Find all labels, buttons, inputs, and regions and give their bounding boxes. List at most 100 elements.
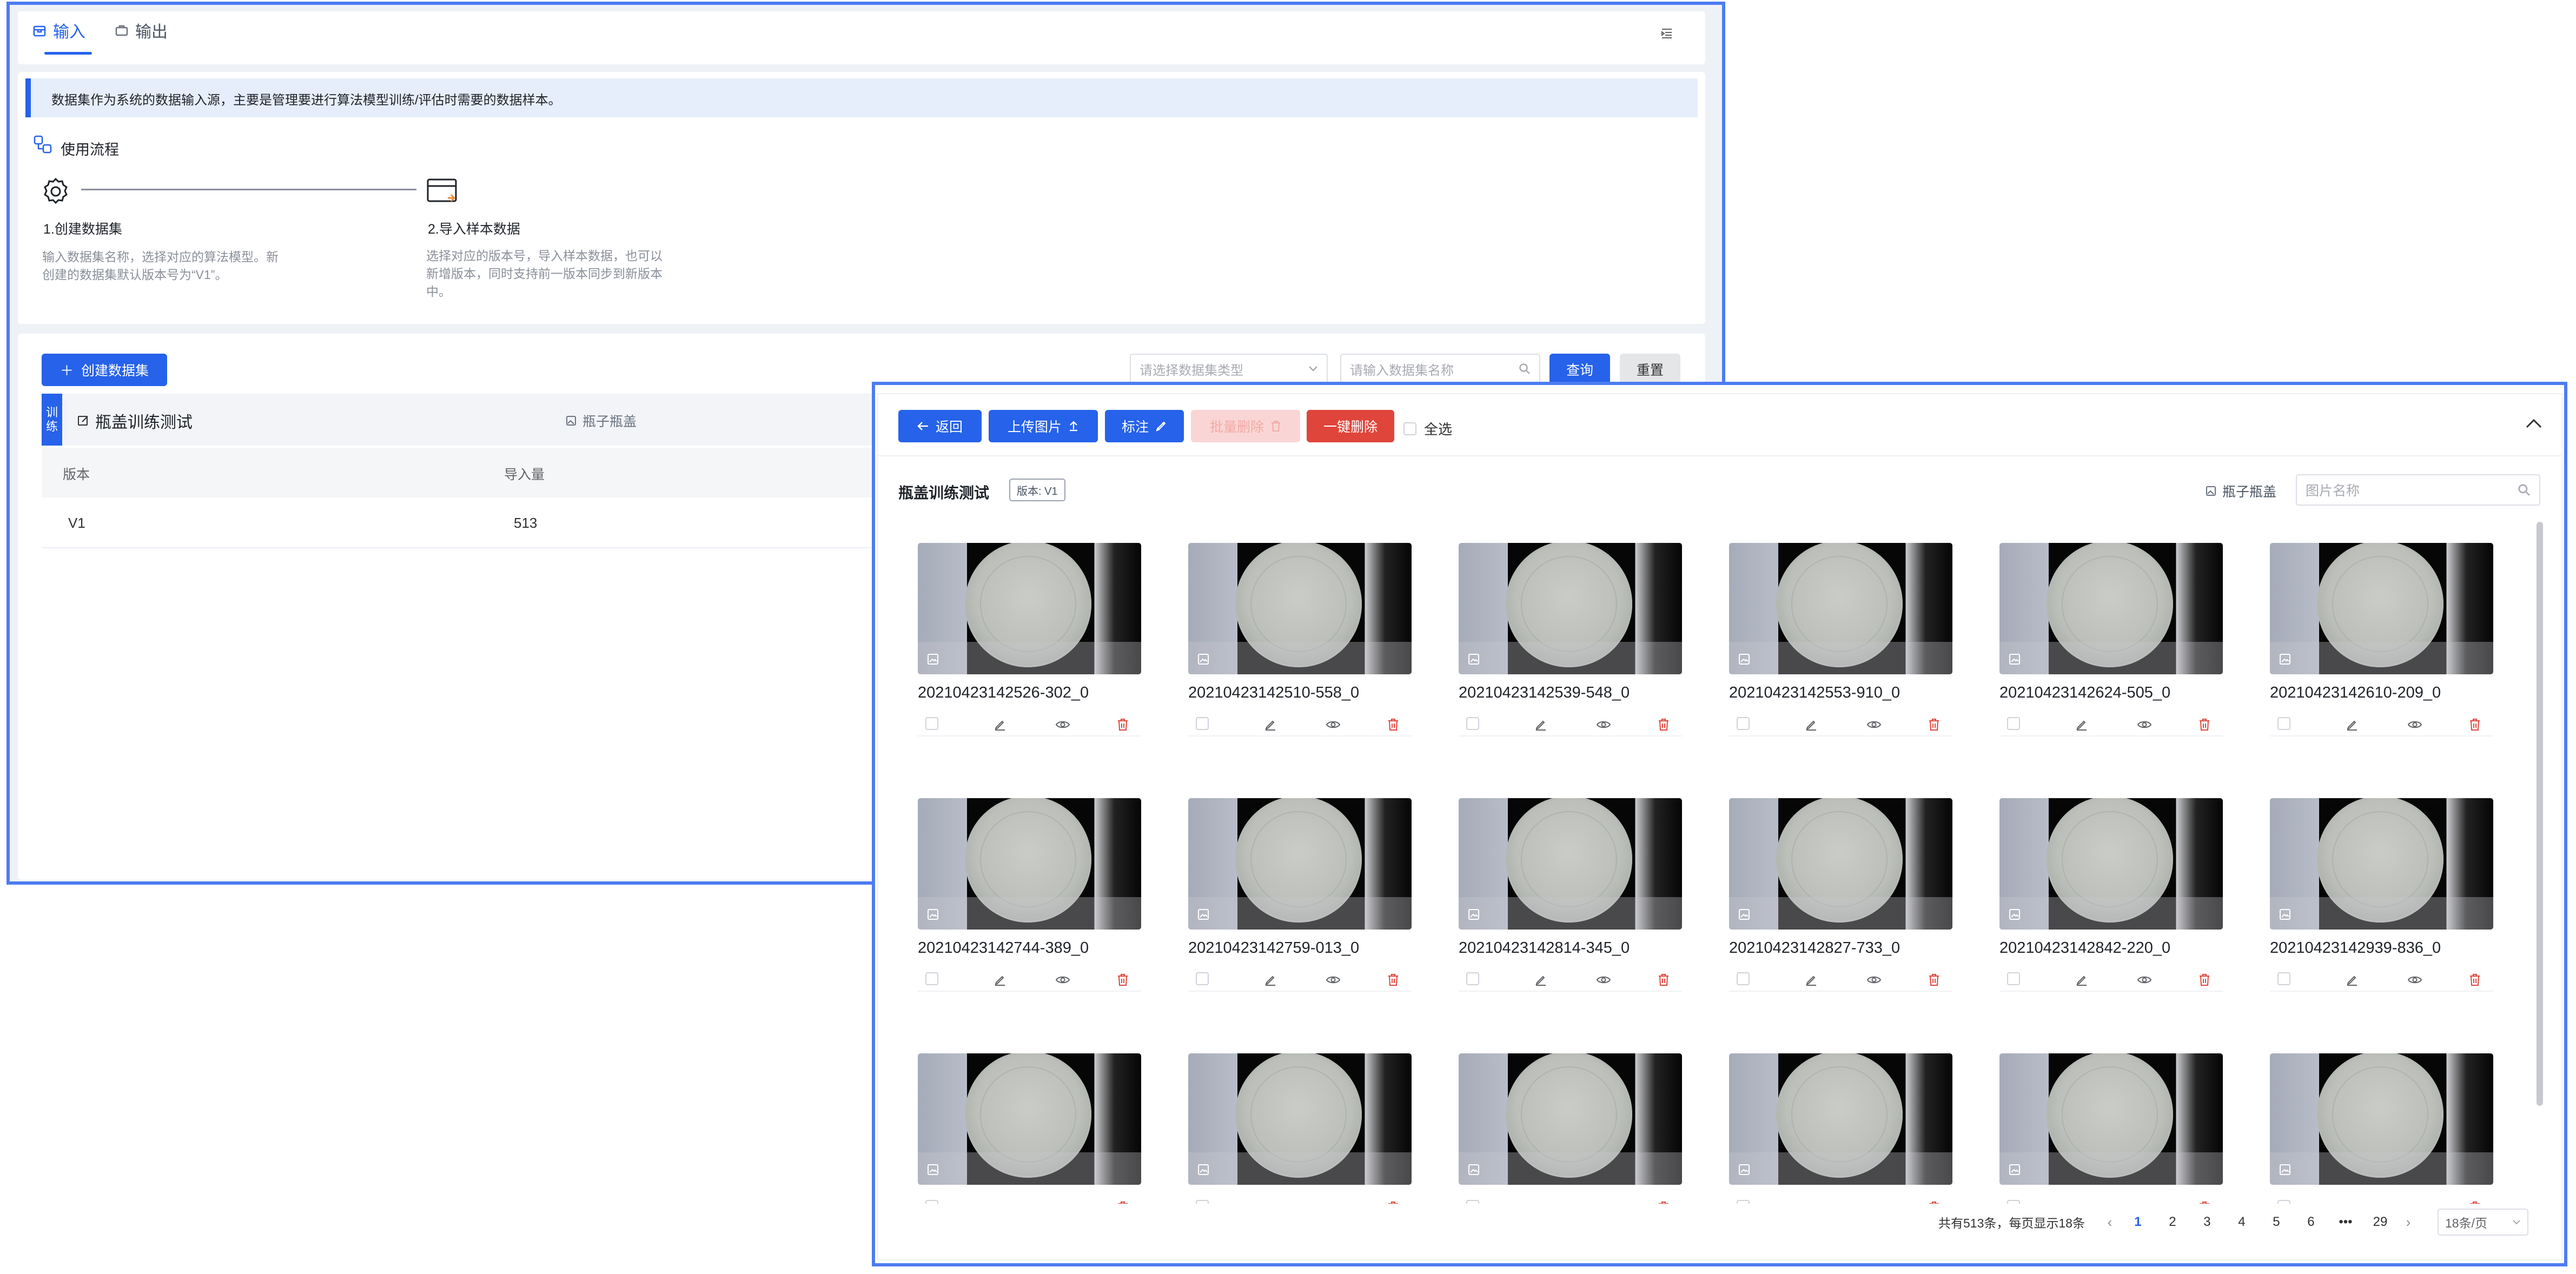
eye-icon[interactable] <box>1326 973 1341 986</box>
delete-icon[interactable] <box>1387 1201 1399 1204</box>
image-select-checkbox[interactable] <box>2007 717 2020 730</box>
image-card[interactable]: 20210423142610-209_0 <box>2270 543 2493 736</box>
eye-icon[interactable] <box>1326 718 1341 731</box>
page-number[interactable]: 29 <box>2363 1215 2398 1230</box>
query-button[interactable]: 查询 <box>1549 354 1610 385</box>
delete-icon[interactable] <box>1658 1201 1670 1204</box>
delete-icon[interactable] <box>2198 1201 2210 1204</box>
image-thumbnail[interactable] <box>1188 543 1412 674</box>
image-thumbnail[interactable] <box>1729 543 1952 674</box>
menu-fold-icon[interactable] <box>1660 27 1673 40</box>
delete-icon[interactable] <box>1928 973 1940 986</box>
image-card[interactable]: 20210423142526-302_0 <box>918 543 1141 736</box>
eye-icon[interactable] <box>2407 973 2422 986</box>
gallery-scrollbar[interactable] <box>2537 522 2543 1106</box>
edit-pen-icon[interactable] <box>1805 973 1818 986</box>
tab-output[interactable]: 输出 <box>115 17 168 43</box>
select-all-box[interactable] <box>1403 422 1416 435</box>
dataset-type-select[interactable]: 请选择数据集类型 <box>1130 354 1328 384</box>
eye-icon[interactable] <box>1055 1201 1070 1204</box>
upload-image-button[interactable]: 上传图片 <box>989 410 1098 442</box>
page-number[interactable]: 4 <box>2224 1215 2259 1230</box>
edit-icon[interactable] <box>77 414 90 427</box>
image-thumbnail[interactable] <box>1999 798 2223 930</box>
eye-icon[interactable] <box>1596 718 1611 731</box>
image-select-checkbox[interactable] <box>1466 972 1479 985</box>
image-thumbnail[interactable] <box>1459 543 1682 674</box>
image-thumbnail[interactable] <box>2270 543 2493 674</box>
image-select-checkbox[interactable] <box>1737 1200 1750 1204</box>
edit-pen-icon[interactable] <box>2346 718 2359 731</box>
reset-button[interactable]: 重置 <box>1620 354 1680 385</box>
row-version-cell[interactable]: V1 <box>68 515 85 532</box>
edit-pen-icon[interactable] <box>1805 1201 1818 1204</box>
image-select-checkbox[interactable] <box>1466 1200 1479 1204</box>
delete-icon[interactable] <box>2469 718 2481 731</box>
edit-pen-icon[interactable] <box>2075 973 2088 986</box>
create-dataset-button[interactable]: ＋ 创建数据集 <box>42 354 167 386</box>
edit-pen-icon[interactable] <box>2075 1201 2088 1204</box>
eye-icon[interactable] <box>2407 1201 2422 1204</box>
image-thumbnail[interactable] <box>918 543 1141 674</box>
tab-input[interactable]: 输入 <box>32 17 85 43</box>
image-select-checkbox[interactable] <box>2007 972 2020 985</box>
page-ellipsis[interactable]: ••• <box>2328 1215 2363 1230</box>
eye-icon[interactable] <box>1866 1201 1882 1204</box>
edit-pen-icon[interactable] <box>994 1201 1006 1204</box>
image-card[interactable] <box>1999 1053 2223 1204</box>
page-size-select[interactable]: 18条/页 <box>2437 1209 2528 1236</box>
image-select-checkbox[interactable] <box>1737 972 1750 985</box>
image-select-checkbox[interactable] <box>1196 1200 1209 1204</box>
image-thumbnail[interactable] <box>918 798 1141 930</box>
image-thumbnail[interactable] <box>1729 798 1952 930</box>
image-select-checkbox[interactable] <box>925 717 938 730</box>
delete-icon[interactable] <box>1928 718 1940 731</box>
image-thumbnail[interactable] <box>1999 543 2223 674</box>
prev-page-icon[interactable]: ‹ <box>2099 1214 2121 1231</box>
edit-pen-icon[interactable] <box>1805 718 1818 731</box>
delete-icon[interactable] <box>2198 973 2210 986</box>
image-select-checkbox[interactable] <box>925 1200 938 1204</box>
image-select-checkbox[interactable] <box>2277 717 2290 730</box>
delete-icon[interactable] <box>1658 718 1670 731</box>
delete-icon[interactable] <box>2469 1201 2481 1204</box>
image-card[interactable] <box>2270 1053 2493 1204</box>
image-select-checkbox[interactable] <box>925 972 938 985</box>
eye-icon[interactable] <box>1055 973 1070 986</box>
eye-icon[interactable] <box>2137 1201 2152 1204</box>
image-select-checkbox[interactable] <box>1737 717 1750 730</box>
image-card[interactable]: 20210423142624-505_0 <box>1999 543 2223 736</box>
dataset-name-input[interactable]: 请输入数据集名称 <box>1340 354 1540 384</box>
edit-pen-icon[interactable] <box>1264 973 1277 986</box>
image-card[interactable]: 20210423142553-910_0 <box>1729 543 1952 736</box>
delete-icon[interactable] <box>1658 973 1670 986</box>
image-select-checkbox[interactable] <box>1196 972 1209 985</box>
select-all-checkbox[interactable]: 全选 <box>1403 419 1452 439</box>
delete-icon[interactable] <box>1117 973 1129 986</box>
delete-all-button[interactable]: 一键删除 <box>1307 410 1394 442</box>
image-card[interactable]: 20210423142510-558_0 <box>1188 543 1412 736</box>
dataset-title[interactable]: 瓶盖训练测试 <box>77 409 193 433</box>
page-number[interactable]: 6 <box>2294 1215 2328 1230</box>
eye-icon[interactable] <box>1596 1201 1611 1204</box>
page-number[interactable]: 1 <box>2121 1215 2155 1230</box>
delete-icon[interactable] <box>1117 1201 1129 1204</box>
image-thumbnail[interactable] <box>2270 1053 2493 1185</box>
eye-icon[interactable] <box>1596 973 1611 986</box>
image-card[interactable] <box>1459 1053 1682 1204</box>
image-card[interactable]: 20210423142939-836_0 <box>2270 798 2493 992</box>
delete-icon[interactable] <box>1387 973 1399 986</box>
image-thumbnail[interactable] <box>918 1053 1141 1185</box>
image-select-checkbox[interactable] <box>2007 1200 2020 1204</box>
image-card[interactable]: 20210423142744-389_0 <box>918 798 1141 992</box>
delete-icon[interactable] <box>1387 718 1399 731</box>
delete-icon[interactable] <box>1928 1201 1940 1204</box>
edit-pen-icon[interactable] <box>1534 1201 1547 1204</box>
eye-icon[interactable] <box>2407 718 2422 731</box>
image-card[interactable] <box>918 1053 1141 1204</box>
eye-icon[interactable] <box>1326 1201 1341 1204</box>
image-name-search[interactable]: 图片名称 <box>2296 474 2540 506</box>
image-thumbnail[interactable] <box>1188 1053 1412 1185</box>
edit-pen-icon[interactable] <box>994 973 1006 986</box>
edit-pen-icon[interactable] <box>1534 718 1547 731</box>
